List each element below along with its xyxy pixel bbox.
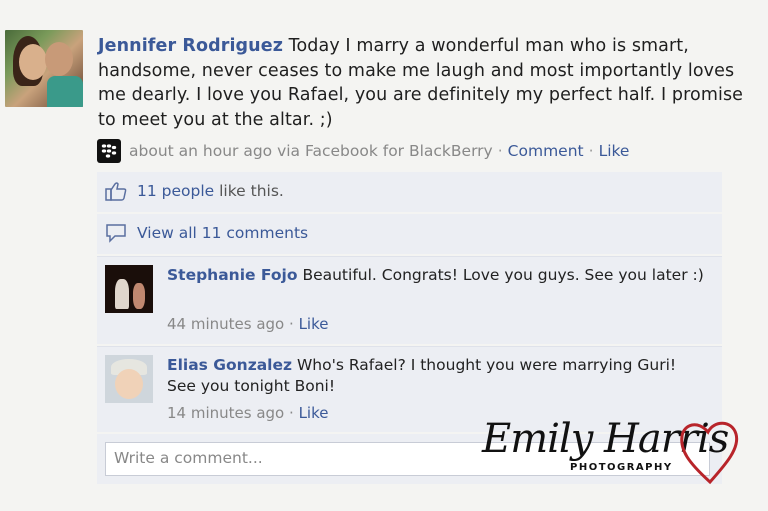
comment-item: Stephanie Fojo Beautiful. Congrats! Love… <box>97 256 722 344</box>
likes-summary: 11 people like this. <box>137 182 284 200</box>
likes-suffix: like this. <box>214 182 284 200</box>
separator: · <box>497 142 503 160</box>
commenter-name[interactable]: Elias Gonzalez <box>167 356 292 374</box>
author-avatar[interactable] <box>5 30 83 107</box>
facebook-post: Jennifer Rodriguez Today I marry a wonde… <box>0 0 768 511</box>
comment-body: Stephanie Fojo Beautiful. Congrats! Love… <box>167 265 707 286</box>
view-comments-row[interactable]: View all 11 comments <box>97 214 722 254</box>
thumbs-up-icon <box>105 181 127 205</box>
view-all-comments-link[interactable]: View all 11 comments <box>137 224 308 242</box>
comment-like-link[interactable]: Like <box>299 404 329 422</box>
separator: · <box>289 404 294 422</box>
comment-item: Elias Gonzalez Who's Rafael? I thought y… <box>97 346 722 432</box>
post-meta: about an hour ago via Facebook for Black… <box>97 139 629 163</box>
commenter-avatar[interactable] <box>105 355 153 403</box>
comment-like-link[interactable]: Like <box>299 315 329 333</box>
comment-link[interactable]: Comment <box>508 142 584 160</box>
commenter-avatar[interactable] <box>105 265 153 313</box>
comment-text: Beautiful. Congrats! Love you guys. See … <box>297 266 704 284</box>
comment-time: 14 minutes ago <box>167 404 285 422</box>
likes-row: 11 people like this. <box>97 172 722 212</box>
separator: · <box>289 315 294 333</box>
comment-time: 44 minutes ago <box>167 315 285 333</box>
likes-link[interactable]: 11 people <box>137 182 214 200</box>
speech-bubble-icon <box>105 223 127 247</box>
write-comment-input[interactable]: Write a comment... <box>105 442 710 476</box>
comment-body: Elias Gonzalez Who's Rafael? I thought y… <box>167 355 707 397</box>
separator: · <box>588 142 594 160</box>
like-link[interactable]: Like <box>599 142 630 160</box>
comment-meta: 44 minutes ago · Like <box>167 315 328 333</box>
author-name[interactable]: Jennifer Rodriguez <box>98 36 283 56</box>
commenter-name[interactable]: Stephanie Fojo <box>167 266 298 284</box>
post-timestamp: about an hour ago via Facebook for Black… <box>129 142 493 160</box>
post-story: Jennifer Rodriguez Today I marry a wonde… <box>98 34 760 132</box>
feedback-panel: 11 people like this. View all 11 comment… <box>97 172 722 492</box>
comment-meta: 14 minutes ago · Like <box>167 404 328 422</box>
comment-composer: Write a comment... <box>97 434 722 484</box>
blackberry-icon <box>97 139 121 163</box>
